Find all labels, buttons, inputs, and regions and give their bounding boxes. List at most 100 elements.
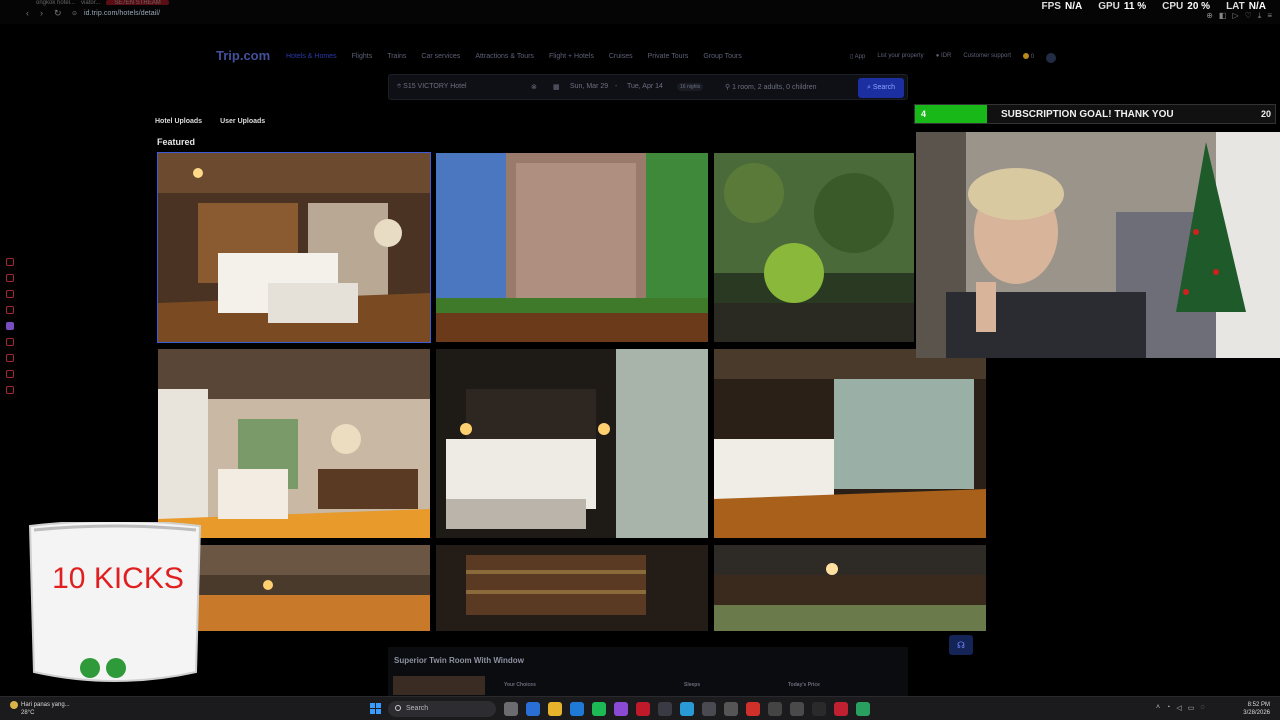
menu-icon[interactable]: ≡ — [1267, 11, 1272, 21]
play-icon[interactable]: ▷ — [1232, 11, 1238, 21]
edge-icon[interactable] — [526, 702, 540, 716]
goal-current: 4 — [921, 109, 927, 119]
hotel-facade-photo[interactable] — [436, 153, 708, 342]
room-thumbnail[interactable] — [393, 676, 485, 695]
suite-lounge-photo[interactable] — [158, 349, 430, 538]
bar-shelves-photo[interactable] — [436, 545, 708, 631]
network-icon[interactable]: ◔ — [1166, 704, 1170, 712]
reload-icon[interactable]: ↻ — [54, 8, 62, 19]
calendar-icon[interactable]: ▦ — [553, 83, 560, 91]
browser-extension-icons: ⊕ ◧ ▷ ♡ ⤓ ≡ — [1206, 11, 1272, 21]
vertical-garden-photo[interactable] — [714, 153, 914, 342]
store-icon[interactable] — [570, 702, 584, 716]
app-icon[interactable] — [658, 702, 672, 716]
coin-icon — [1023, 53, 1030, 59]
photo-tabs: Hotel Uploads User Uploads — [155, 118, 265, 125]
sidebar-icon[interactable] — [6, 322, 14, 330]
checkout-date[interactable]: Tue, Apr 14 — [627, 83, 663, 90]
app-icon[interactable] — [856, 702, 870, 716]
app-icon[interactable] — [834, 702, 848, 716]
browser-tab-active[interactable]: SE7EN STREAM — [106, 0, 169, 6]
tab-user-uploads[interactable]: User Uploads — [220, 118, 265, 125]
sidebar-icon[interactable] — [6, 274, 14, 282]
battery-icon[interactable]: ▭ — [1188, 704, 1195, 712]
nav-attractions[interactable]: Attractions & Tours — [475, 53, 534, 60]
nav-car-services[interactable]: Car services — [421, 53, 460, 60]
nav-hotels[interactable]: Hotels & Homes — [286, 53, 337, 60]
weather-widget[interactable]: Hari panas yang... 28°C — [10, 701, 70, 717]
extension-icon[interactable]: ◧ — [1219, 11, 1227, 21]
clear-icon[interactable]: ⊗ — [531, 83, 537, 91]
sidebar-icon[interactable] — [6, 258, 14, 266]
opera-icon[interactable] — [636, 702, 650, 716]
sidebar-icon[interactable] — [6, 386, 14, 394]
glass-icon — [28, 522, 202, 682]
currency-selector[interactable]: ● IDR — [936, 53, 952, 63]
tab-hotel-uploads[interactable]: Hotel Uploads — [155, 118, 202, 125]
browser-tabs: ongkok hotel... viator... SE7EN STREAM — [36, 0, 169, 6]
chrome-icon[interactable] — [746, 702, 760, 716]
app-icon[interactable] — [680, 702, 694, 716]
fps-stat: FPS N/A — [1041, 1, 1083, 12]
nav-trains[interactable]: Trains — [387, 53, 406, 60]
checkin-date[interactable]: Sun, Mar 29 — [570, 83, 608, 90]
customer-support-link[interactable]: Customer support — [963, 53, 1011, 63]
side-panel-icons — [6, 258, 14, 394]
site-info-icon[interactable]: ⊝ — [72, 10, 77, 17]
weather-icon — [10, 701, 18, 709]
nav-group-tours[interactable]: Group Tours — [703, 53, 741, 60]
sidebar-icon[interactable] — [6, 370, 14, 378]
account-nav: ▯ App List your property ● IDR Customer … — [850, 53, 1057, 63]
sidebar-icon[interactable] — [6, 354, 14, 362]
volume-icon[interactable]: ◁ — [1176, 704, 1181, 712]
col-your-choices: Your Choices — [504, 682, 536, 688]
file-explorer-icon[interactable] — [548, 702, 562, 716]
destination-field[interactable]: ⌾ S15 VICTORY Hotel — [397, 83, 467, 91]
avatar[interactable] — [1046, 53, 1057, 63]
search-button[interactable]: ⌕ Search — [858, 78, 904, 98]
app-link[interactable]: ▯ App — [850, 53, 865, 63]
list-property-link[interactable]: List your property — [877, 53, 923, 63]
app-icon[interactable] — [790, 702, 804, 716]
subscription-goal-bar: 4 SUBSCRIPTION GOAL! THANK YOU 20 — [914, 104, 1276, 124]
download-icon[interactable]: ⤓ — [1258, 11, 1262, 21]
back-icon[interactable]: ‹ — [26, 8, 29, 18]
coins-balance[interactable]: 0 — [1023, 53, 1034, 63]
nav-flights[interactable]: Flights — [352, 53, 373, 60]
app-icon[interactable] — [812, 702, 826, 716]
headset-icon[interactable]: ☊ — [949, 635, 973, 655]
room-table-header: Your Choices Sleeps Today's Price — [504, 682, 820, 688]
address-bar[interactable]: id.trip.com/hotels/detail/ — [84, 10, 160, 17]
hotel-bedroom-wood-photo[interactable] — [157, 152, 431, 343]
nav-flight-hotels[interactable]: Flight + Hotels — [549, 53, 594, 60]
browser-tab[interactable]: ongkok hotel... — [36, 0, 75, 6]
heart-icon[interactable]: ♡ — [1245, 11, 1252, 21]
guests-field[interactable]: ⚲ 1 room, 2 adults, 0 children — [725, 83, 817, 91]
nav-cruises[interactable]: Cruises — [609, 53, 633, 60]
date-separator: - — [615, 83, 618, 90]
site-logo[interactable]: Trip.com — [216, 48, 270, 63]
app-icon[interactable] — [702, 702, 716, 716]
hotel-search-bar: ⌾ S15 VICTORY Hotel ⊗ ▦ Sun, Mar 29 - Tu… — [388, 74, 908, 100]
room-card: Superior Twin Room With Window Your Choi… — [388, 647, 908, 697]
app-icon[interactable] — [724, 702, 738, 716]
taskbar-clock[interactable]: 8:52 PM 3/28/2026 — [1243, 701, 1270, 717]
notification-icon[interactable]: ◌ — [1200, 704, 1204, 712]
windows-start-icon[interactable] — [370, 703, 381, 714]
sidebar-icon[interactable] — [6, 290, 14, 298]
task-view-icon[interactable] — [504, 702, 518, 716]
chevron-up-icon[interactable]: ˄ — [1156, 704, 1160, 712]
spotify-icon[interactable] — [592, 702, 606, 716]
browser-tab[interactable]: viator... — [81, 0, 100, 6]
app-icon[interactable] — [768, 702, 782, 716]
sidebar-icon[interactable] — [6, 306, 14, 314]
zoom-icon[interactable]: ⊕ — [1206, 11, 1213, 21]
dark-bedroom-photo[interactable] — [436, 349, 708, 538]
taskbar-search[interactable]: Search — [388, 701, 496, 717]
dining-area-photo[interactable] — [714, 545, 986, 631]
app-icon[interactable] — [614, 702, 628, 716]
nav-private-tours[interactable]: Private Tours — [648, 53, 689, 60]
twin-bedroom-photo[interactable] — [714, 349, 986, 538]
forward-icon[interactable]: › — [40, 8, 43, 18]
sidebar-icon[interactable] — [6, 338, 14, 346]
